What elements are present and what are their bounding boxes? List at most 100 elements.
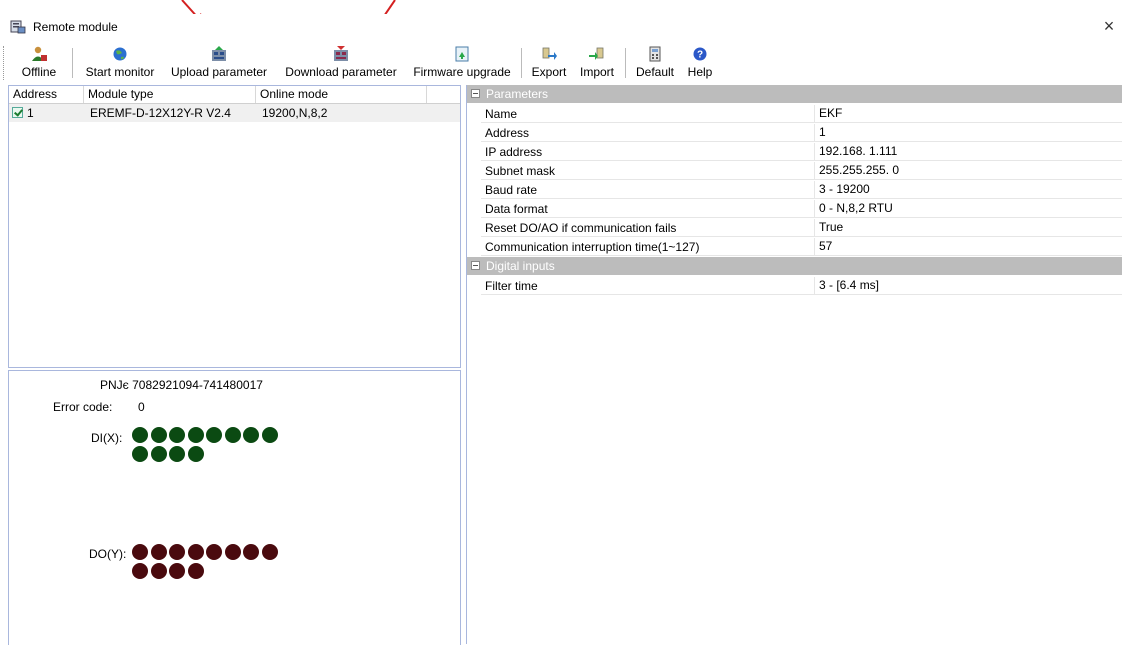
toolbar: Offline Start monitor Upload parameter D… bbox=[0, 40, 1122, 84]
property-value[interactable]: 192.168. 1.111 bbox=[814, 143, 1119, 160]
import-icon bbox=[589, 47, 604, 60]
property-value[interactable]: 3 - [6.4 ms] bbox=[814, 277, 1119, 294]
property-value[interactable]: 255.255.255. 0 bbox=[814, 162, 1119, 179]
module-window-icon bbox=[10, 20, 26, 34]
property-value[interactable]: 0 - N,8,2 RTU bbox=[814, 200, 1119, 217]
column-header-online-mode[interactable]: Online mode bbox=[256, 86, 427, 103]
download-parameter-button[interactable]: Download parameter bbox=[279, 44, 403, 82]
collapse-toggle-icon[interactable] bbox=[471, 89, 480, 98]
default-button[interactable]: Default bbox=[630, 44, 680, 82]
import-button[interactable]: Import bbox=[573, 44, 621, 82]
do-led-2 bbox=[169, 544, 185, 560]
close-icon[interactable]: × bbox=[1100, 16, 1118, 36]
property-name: IP address bbox=[485, 145, 543, 159]
toolbar-grip[interactable] bbox=[3, 46, 7, 80]
module-list-header: Address Module type Online mode bbox=[9, 86, 460, 104]
offline-button[interactable]: Offline bbox=[10, 44, 68, 82]
property-value[interactable]: EKF bbox=[814, 105, 1119, 122]
category-label: Digital inputs bbox=[486, 259, 555, 273]
import-label: Import bbox=[579, 65, 614, 79]
help-icon: ? bbox=[693, 47, 707, 61]
property-name: Baud rate bbox=[485, 183, 538, 197]
property-row[interactable]: IP address 192.168. 1.111 bbox=[481, 143, 1122, 161]
do-led-6 bbox=[243, 544, 259, 560]
export-icon bbox=[542, 47, 557, 60]
di-led-1 bbox=[150, 427, 167, 443]
help-button[interactable]: ? Help bbox=[683, 44, 717, 82]
window-title: Remote module bbox=[33, 20, 118, 34]
property-row[interactable]: Name EKF bbox=[481, 105, 1122, 123]
property-name: Data format bbox=[485, 202, 548, 216]
module-address: 1 bbox=[27, 106, 34, 120]
do-led-9 bbox=[150, 563, 167, 579]
di-led-4 bbox=[206, 427, 222, 443]
part-number: PNJє 7082921094-741480017 bbox=[100, 378, 263, 392]
category-parameters[interactable]: Parameters bbox=[467, 85, 1122, 103]
title-bar: Remote module × bbox=[0, 14, 1122, 40]
start-monitor-button[interactable]: Start monitor bbox=[79, 44, 161, 82]
module-status-panel: PNJє 7082921094-741480017 Error code: 0 … bbox=[8, 370, 461, 645]
category-label: Parameters bbox=[486, 87, 549, 101]
offline-user-icon bbox=[32, 46, 47, 61]
di-led-7 bbox=[261, 427, 278, 443]
category-digital-inputs[interactable]: Digital inputs bbox=[467, 257, 1122, 275]
column-header-module-type[interactable]: Module type bbox=[84, 86, 256, 103]
do-led-0 bbox=[132, 544, 148, 560]
svg-text:?: ? bbox=[697, 50, 703, 61]
di-led-8 bbox=[132, 446, 148, 462]
export-button[interactable]: Export bbox=[527, 44, 571, 82]
di-led-5 bbox=[224, 427, 241, 443]
property-row[interactable]: Reset DO/AO if communication fails True bbox=[481, 219, 1122, 237]
property-value[interactable]: 3 - 19200 bbox=[814, 181, 1119, 198]
property-value[interactable]: True bbox=[814, 219, 1119, 236]
do-led-3 bbox=[187, 544, 204, 560]
upload-parameter-label: Upload parameter bbox=[170, 65, 268, 79]
monitor-globe-icon bbox=[113, 47, 127, 61]
do-led-8 bbox=[132, 563, 148, 579]
module-row[interactable]: 1 EREMF-D-12X12Y-R V2.4 19200,N,8,2 bbox=[9, 104, 460, 122]
property-row[interactable]: Subnet mask 255.255.255. 0 bbox=[481, 162, 1122, 180]
module-online-mode: 19200,N,8,2 bbox=[262, 106, 328, 120]
property-name: Filter time bbox=[485, 279, 538, 293]
do-led-1 bbox=[150, 544, 167, 560]
column-header-address[interactable]: Address bbox=[9, 86, 84, 103]
default-label: Default bbox=[635, 65, 675, 79]
di-label: DI(X): bbox=[91, 431, 123, 445]
property-row[interactable]: Communication interruption time(1~127) 57 bbox=[481, 238, 1122, 256]
do-led-7 bbox=[261, 544, 278, 560]
help-label: Help bbox=[687, 65, 713, 79]
toolbar-separator bbox=[625, 48, 626, 78]
property-name: Communication interruption time(1~127) bbox=[485, 240, 700, 254]
property-row[interactable]: Baud rate 3 - 19200 bbox=[481, 181, 1122, 199]
property-grid: Parameters Name EKF Address 1 IP address 192.1… bbox=[466, 85, 1122, 644]
di-led-2 bbox=[169, 427, 185, 443]
default-calculator-icon bbox=[649, 46, 661, 62]
di-led-3 bbox=[187, 427, 204, 443]
module-checkbox[interactable] bbox=[12, 107, 23, 118]
error-code-label: Error code: bbox=[53, 400, 113, 414]
module-list-panel: Address Module type Online mode 1 EREMF-… bbox=[8, 85, 461, 368]
do-led-5 bbox=[224, 544, 241, 560]
di-led-9 bbox=[150, 446, 167, 462]
export-label: Export bbox=[531, 65, 567, 79]
do-led-10 bbox=[169, 563, 185, 579]
firmware-upgrade-button[interactable]: Firmware upgrade bbox=[408, 44, 516, 82]
property-row[interactable]: Data format 0 - N,8,2 RTU bbox=[481, 200, 1122, 218]
upload-parameter-icon bbox=[212, 46, 226, 61]
property-row[interactable]: Address 1 bbox=[481, 124, 1122, 142]
offline-label: Offline bbox=[21, 65, 57, 79]
error-code-value: 0 bbox=[138, 400, 145, 414]
toolbar-separator bbox=[72, 48, 73, 78]
property-value[interactable]: 57 bbox=[814, 238, 1119, 255]
module-type: EREMF-D-12X12Y-R V2.4 bbox=[90, 106, 231, 120]
firmware-upgrade-icon bbox=[455, 46, 469, 62]
collapse-toggle-icon[interactable] bbox=[471, 261, 480, 270]
start-monitor-label: Start monitor bbox=[85, 65, 155, 79]
download-parameter-icon bbox=[334, 46, 348, 61]
property-row[interactable]: Filter time 3 - [6.4 ms] bbox=[481, 277, 1122, 295]
download-parameter-label: Download parameter bbox=[285, 65, 397, 79]
di-led-6 bbox=[243, 427, 259, 443]
property-name: Reset DO/AO if communication fails bbox=[485, 221, 677, 235]
property-value[interactable]: 1 bbox=[814, 124, 1119, 141]
upload-parameter-button[interactable]: Upload parameter bbox=[166, 44, 272, 82]
